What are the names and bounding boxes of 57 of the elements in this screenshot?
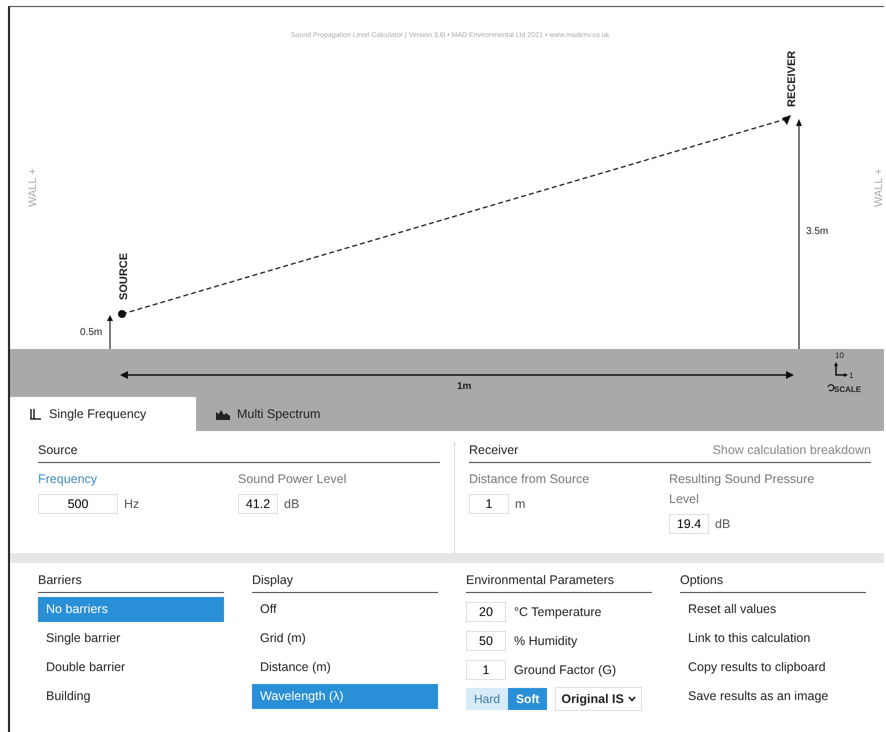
option-link[interactable]: Save results as an image (680, 684, 866, 713)
section-title: Source (38, 443, 440, 463)
field-label: Distance from Source (469, 471, 590, 488)
wall-label: WALL + (27, 168, 39, 207)
result-field[interactable]: 19.4 (669, 514, 709, 534)
scale-button[interactable]: SCALE (827, 384, 862, 394)
distance-label: 1m (457, 381, 472, 392)
parameter-field[interactable]: 20 (466, 602, 506, 622)
section-title: Receiver (469, 443, 518, 457)
height-label: 3.5m (806, 226, 828, 237)
spectrum-icon (216, 408, 230, 420)
receiver-marker-icon (782, 115, 791, 125)
field-label: Resulting Sound Pressure Level (669, 471, 816, 508)
section-title: Environmental Parameters (466, 573, 652, 593)
source-label: SOURCE (118, 252, 130, 300)
parameter-label: % Humidity (514, 634, 578, 648)
ground-type-button[interactable]: Hard (466, 688, 508, 710)
barrier-option[interactable]: Building (38, 684, 224, 713)
tab[interactable]: Multi Spectrum (196, 397, 382, 431)
display-option[interactable]: Distance (m) (252, 655, 438, 684)
section-title: Barriers (38, 573, 224, 593)
option-link[interactable]: Reset all values (680, 597, 866, 626)
section-title: Options (680, 573, 866, 593)
unit-label: dB (715, 517, 730, 531)
wall-label: WALL + (873, 168, 884, 207)
display-option[interactable]: Off (252, 597, 438, 626)
unit-label: Hz (124, 497, 140, 511)
chevron-down-icon (628, 696, 636, 702)
scale-value: 1 (849, 371, 854, 380)
breakdown-link[interactable]: Show calculation breakdown (712, 443, 871, 457)
refresh-icon (827, 384, 834, 392)
frequency-field[interactable]: 500 (38, 494, 118, 514)
parameter-label: Ground Factor (G) (514, 662, 616, 676)
unit-label: dB (284, 497, 300, 511)
field-label: Sound Power Level (238, 471, 348, 488)
display-option[interactable]: Grid (m) (252, 626, 438, 655)
standard-dropdown[interactable]: Original IS (555, 686, 642, 710)
option-link[interactable]: Copy results to clipboard (680, 655, 866, 684)
section-title: Display (252, 573, 438, 593)
field-label: Frequency (38, 471, 98, 488)
height-arrow (107, 315, 113, 350)
tab[interactable]: Single Frequency (10, 397, 196, 431)
source-dot (118, 310, 126, 318)
parameter-label: °C Temperature (514, 604, 602, 618)
power-field[interactable]: 41.2 (238, 494, 278, 514)
scale-value: 10 (835, 351, 844, 360)
parameter-field[interactable]: 1 (466, 660, 506, 680)
barrier-option[interactable]: Double barrier (38, 655, 224, 684)
option-link[interactable]: Link to this calculation (680, 626, 866, 655)
parameter-field[interactable]: 50 (466, 630, 506, 650)
unit-label: m (515, 497, 526, 511)
distance-field[interactable]: 1 (469, 494, 509, 514)
height-label: 0.5m (80, 327, 102, 338)
barrier-option[interactable]: Single barrier (38, 626, 224, 655)
axes-icon (834, 362, 848, 377)
receiver-label: RECEIVER (786, 50, 798, 107)
single-bar-icon (30, 408, 42, 420)
